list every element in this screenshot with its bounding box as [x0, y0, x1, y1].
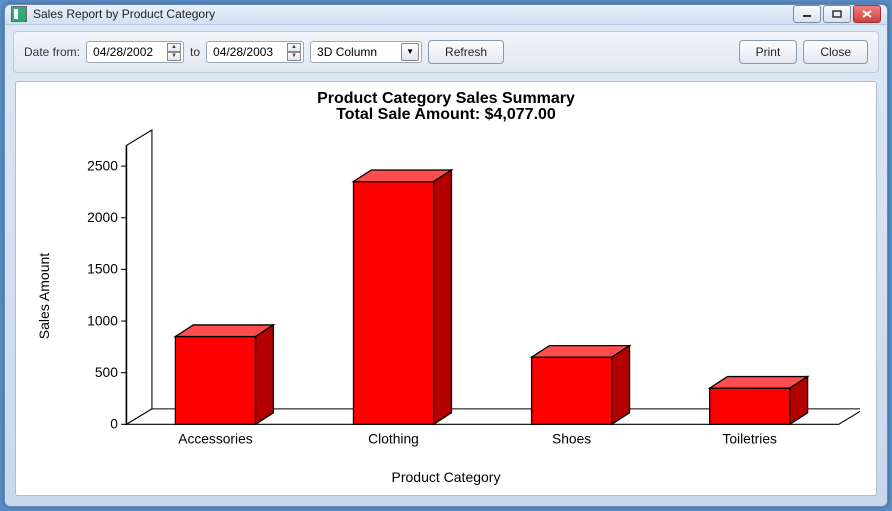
print-button[interactable]: Print [739, 40, 798, 64]
to-label: to [190, 45, 200, 59]
refresh-button[interactable]: Refresh [428, 40, 504, 64]
maximize-button[interactable] [823, 5, 851, 23]
chevron-down-icon[interactable]: ▼ [401, 43, 419, 61]
spinner-up-icon[interactable]: ▲ [287, 43, 301, 52]
window-controls [793, 5, 881, 23]
chart-plot: 0 500 1000 1500 2000 2500 Accessories Clothing S… [52, 124, 860, 467]
y-axis-label: Sales Amount [32, 124, 52, 467]
svg-text:500: 500 [95, 364, 118, 380]
svg-text:Accessories: Accessories [178, 430, 253, 446]
titlebar: Sales Report by Product Category [5, 5, 887, 25]
spinner-down-icon[interactable]: ▼ [287, 52, 301, 61]
chart-subtitle: Total Sale Amount: $4,077.00 [32, 106, 860, 124]
date-from-spinner[interactable]: ▲ ▼ [167, 43, 181, 61]
svg-text:Clothing: Clothing [368, 430, 419, 446]
spinner-down-icon[interactable]: ▼ [167, 52, 181, 61]
svg-text:1000: 1000 [87, 312, 118, 328]
close-button[interactable]: Close [803, 40, 868, 64]
svg-text:Shoes: Shoes [552, 430, 591, 446]
date-to-field[interactable] [213, 45, 285, 59]
app-icon [11, 6, 27, 22]
toolbar: Date from: ▲ ▼ to ▲ ▼ 3D Column ▼ Refres… [13, 31, 879, 73]
date-from-field[interactable] [93, 45, 165, 59]
svg-text:2000: 2000 [87, 209, 118, 225]
svg-text:Toiletries: Toiletries [722, 430, 777, 446]
chart-type-value: 3D Column [317, 45, 377, 59]
x-axis-label: Product Category [32, 469, 860, 485]
chart-type-select[interactable]: 3D Column ▼ [310, 41, 422, 63]
spinner-up-icon[interactable]: ▲ [167, 43, 181, 52]
svg-text:2500: 2500 [87, 157, 118, 173]
minimize-button[interactable] [793, 5, 821, 23]
date-to-input[interactable]: ▲ ▼ [206, 41, 304, 63]
chart-panel: Product Category Sales Summary Total Sal… [15, 81, 877, 496]
svg-text:0: 0 [110, 415, 118, 431]
date-to-spinner[interactable]: ▲ ▼ [287, 43, 301, 61]
close-window-button[interactable] [853, 5, 881, 23]
window-title: Sales Report by Product Category [33, 7, 793, 21]
plot-area: Sales Amount 0 500 1000 1500 2000 2500 Accesso… [32, 124, 860, 467]
date-from-input[interactable]: ▲ ▼ [86, 41, 184, 63]
app-window: Sales Report by Product Category Date fr… [4, 4, 888, 507]
date-from-label: Date from: [24, 45, 80, 59]
svg-text:1500: 1500 [87, 260, 118, 276]
